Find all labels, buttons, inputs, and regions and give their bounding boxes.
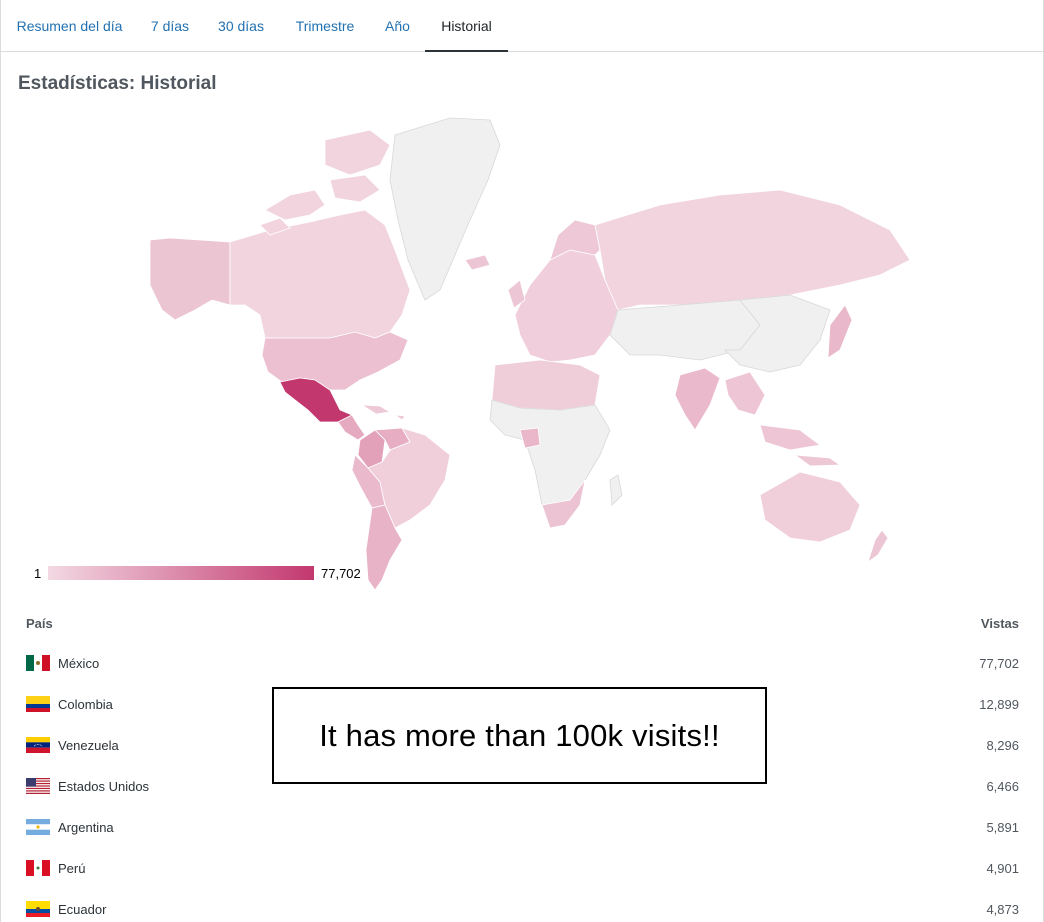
map-region-indonesia: [793, 454, 842, 467]
tab-year[interactable]: Año: [370, 0, 425, 52]
map-region-india: [674, 367, 721, 431]
country-name: Venezuela: [58, 738, 119, 753]
period-tabs: Resumen del día 7 días 30 días Trimestre…: [1, 0, 1043, 52]
annotation-callout: It has more than 100k visits!!: [272, 687, 767, 784]
map-region-uk-iceland: [464, 254, 526, 309]
legend-max-label: 77,702: [321, 566, 361, 581]
tab-7-days[interactable]: 7 días: [138, 0, 202, 52]
tab-quarter[interactable]: Trimestre: [280, 0, 370, 52]
views-value: 77,702: [979, 656, 1019, 671]
tab-30-days[interactable]: 30 días: [202, 0, 280, 52]
country-name: Argentina: [58, 820, 114, 835]
legend-min-label: 1: [34, 566, 42, 581]
ar-flag-icon: [26, 819, 50, 835]
country-name: Perú: [58, 861, 86, 876]
map-region-sub-saharan-africa: [489, 399, 611, 521]
ec-flag-icon: [26, 901, 50, 917]
pe-flag-icon: [26, 860, 50, 876]
page-title: Estadísticas: Historial: [18, 73, 217, 94]
views-value: 4,873: [986, 902, 1019, 917]
views-value: 4,901: [986, 861, 1019, 876]
views-value: 6,466: [986, 779, 1019, 794]
world-map-svg: [149, 117, 911, 591]
co-flag-icon: [26, 696, 50, 712]
column-header-country: País: [26, 616, 53, 631]
map-region-north-africa: [491, 359, 601, 411]
ve-flag-icon: [26, 737, 50, 753]
country-name: Estados Unidos: [58, 779, 150, 794]
map-region-canada: [229, 209, 411, 339]
map-region-australia: [759, 471, 861, 543]
map-region-new-zealand: [867, 529, 889, 564]
us-flag-icon: [26, 778, 50, 794]
column-header-views: Vistas: [980, 616, 1019, 631]
world-map[interactable]: [140, 110, 920, 595]
map-region-alaska: [149, 237, 231, 321]
table-row[interactable]: México 77,702: [1, 643, 1043, 684]
views-value: 5,891: [986, 820, 1019, 835]
tab-history[interactable]: Historial: [425, 0, 508, 52]
table-row[interactable]: Argentina 5,891: [1, 807, 1043, 848]
country-name: México: [58, 656, 100, 671]
map-region-russia: [594, 189, 911, 311]
table-row[interactable]: Perú 4,901: [1, 848, 1043, 889]
country-name: Colombia: [58, 697, 113, 712]
tab-summary-day[interactable]: Resumen del día: [1, 0, 138, 52]
mx-flag-icon: [26, 655, 50, 671]
country-name: Ecuador: [58, 902, 107, 917]
map-region-se-asia: [724, 371, 821, 451]
map-region-nigeria: [519, 427, 541, 449]
table-row[interactable]: Ecuador 4,873: [1, 889, 1043, 922]
legend-gradient-bar: [48, 566, 314, 580]
map-region-japan: [827, 304, 853, 359]
map-region-madagascar: [609, 474, 623, 506]
map-region-caribbean: [360, 404, 406, 421]
map-region-greenland: [389, 117, 501, 301]
views-value: 12,899: [979, 697, 1019, 712]
views-value: 8,296: [986, 738, 1019, 753]
annotation-text: It has more than 100k visits!!: [319, 717, 720, 753]
